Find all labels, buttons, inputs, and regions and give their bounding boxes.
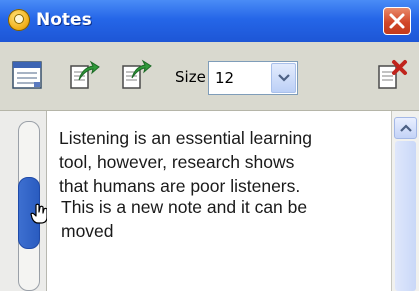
- import-note-icon: [122, 59, 152, 89]
- toolbar: Size 12: [0, 42, 419, 111]
- delete-note-icon: [378, 60, 407, 89]
- font-size-dropdown-button[interactable]: [271, 63, 296, 93]
- note-canvas[interactable]: Listening is an essential learning tool,…: [47, 111, 391, 291]
- note-text[interactable]: This is a new note and it can be moved: [61, 195, 391, 243]
- scroll-up-button[interactable]: [394, 117, 417, 139]
- close-button[interactable]: [383, 7, 411, 35]
- window-title: Notes: [36, 10, 92, 30]
- title-bar[interactable]: Notes: [0, 0, 419, 42]
- notes-app-icon: [8, 9, 30, 31]
- notes-list-icon: [12, 61, 42, 89]
- export-note-button[interactable]: [66, 58, 100, 92]
- close-icon: [389, 13, 405, 29]
- delete-note-button[interactable]: [374, 58, 408, 92]
- notes-list-button[interactable]: [10, 58, 44, 92]
- note-text[interactable]: Listening is an essential learning tool,…: [59, 126, 389, 198]
- scrollbar-track[interactable]: [395, 141, 416, 291]
- font-size-select[interactable]: 12: [208, 61, 298, 95]
- vertical-scrollbar[interactable]: [391, 111, 419, 291]
- font-size-label: Size: [175, 68, 206, 86]
- chevron-down-icon: [278, 74, 290, 82]
- font-size-value: 12: [215, 69, 235, 87]
- export-note-icon: [70, 60, 100, 89]
- notes-window: Notes Size 12 Listening is an essential …: [0, 0, 419, 291]
- chevron-up-icon: [400, 124, 412, 132]
- note-navigation-rail: [0, 111, 48, 291]
- note-editor: Listening is an essential learning tool,…: [0, 111, 419, 291]
- import-note-button[interactable]: [118, 58, 152, 92]
